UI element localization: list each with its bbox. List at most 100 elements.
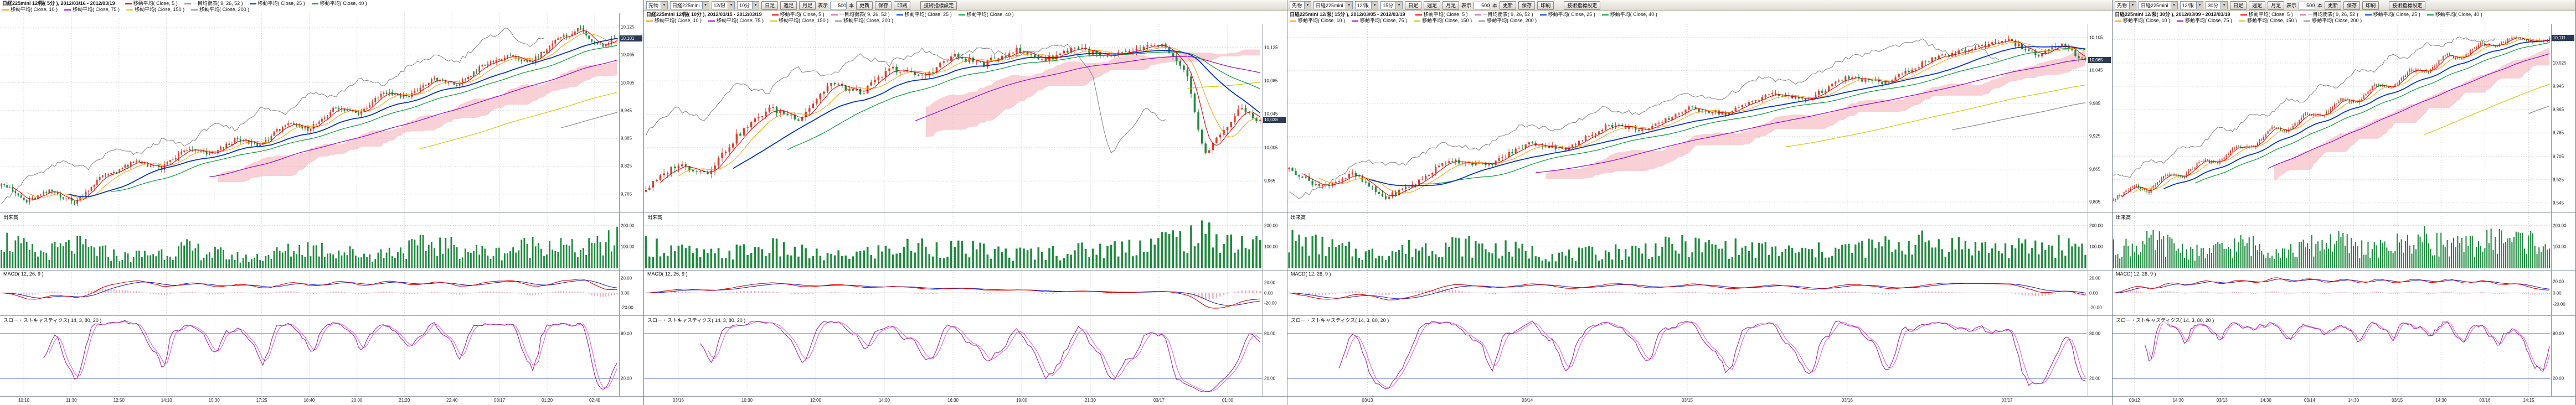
macd-pane[interactable]: MACD( 12, 26, 9 )20.000.00-20.00	[0, 270, 643, 315]
indicator-settings-button[interactable]: 技術指標設定	[1564, 1, 1600, 10]
x-axis-label: 03/17	[1153, 398, 1165, 403]
chevron-down-icon: ▼	[2220, 2, 2227, 9]
x-axis-label: 03/15	[2392, 398, 2403, 403]
contract-select-value: 12/限	[1357, 2, 1372, 9]
symbol-select[interactable]: 日経225mini▼	[670, 1, 709, 9]
interval-select[interactable]: 30分▼	[2206, 1, 2228, 9]
legend-item: 移動平均( Close, 25 )	[2365, 12, 2420, 18]
y-axis-label: 10,125	[1264, 45, 1277, 50]
macd-label: MACD( 12, 26, 9 )	[2, 271, 45, 277]
app-root: { "shared": { "volume_label": "出来高", "ma…	[0, 0, 2576, 405]
y-axis-label: 100.00	[621, 245, 634, 250]
legend-item: 移動平均( Close, 75 )	[64, 7, 120, 13]
legend-swatch	[1478, 20, 1485, 22]
period-button-1[interactable]: 週足	[780, 1, 797, 10]
x-axis-label: 11:30	[66, 398, 76, 403]
volume-pane[interactable]: 出来高200.00100.00	[1287, 212, 2112, 270]
volume-pane[interactable]: 出来高200.00100.00	[2113, 212, 2575, 270]
macd-pane[interactable]: MACD( 12, 26, 9 )20.000.00-20.00	[2113, 270, 2575, 315]
volume-label: 出来高	[2, 214, 19, 221]
legend-bar: 日経225mini 12/限( 5分 ), 2012/03/16 - 2012/…	[0, 0, 643, 13]
legend-swatch	[2365, 14, 2372, 15]
legend-swatch	[770, 20, 777, 22]
contract-select[interactable]: 12/限▼	[1355, 1, 1379, 9]
legend-swatch	[1290, 20, 1296, 22]
volume-pane[interactable]: 出来高200.00100.00	[0, 212, 643, 270]
macd-pane[interactable]: MACD( 12, 26, 9 )20.000.00-20.00	[644, 270, 1287, 315]
stoch-pane[interactable]: スロー・ストキャスティクス( 14, 3, 80, 20 )80.0020.00	[2113, 315, 2575, 396]
y-axis-label: 20.00	[1264, 280, 1275, 285]
bar-count-input[interactable]	[1474, 2, 1490, 9]
action-button-1[interactable]: 保存	[1518, 1, 1535, 10]
y-axis-label: 9,865	[2089, 167, 2100, 172]
period-button-2[interactable]: 月足	[799, 1, 816, 10]
chevron-down-icon: ▼	[702, 2, 709, 9]
symbol-select[interactable]: 日経225mini▼	[1313, 1, 1353, 9]
chevron-down-icon: ▼	[728, 2, 734, 9]
legend-swatch	[125, 3, 132, 4]
indicator-settings-button[interactable]: 技術指標設定	[920, 1, 957, 10]
category-select[interactable]: 先物▼	[2115, 1, 2136, 9]
bar-count-input[interactable]	[2299, 2, 2315, 9]
price-chart-pane[interactable]: 10,10510,0459,9859,9259,8659,80510,065	[1287, 24, 2112, 212]
action-button-0[interactable]: 更新	[1500, 1, 1516, 10]
action-button-1[interactable]: 保存	[2343, 1, 2360, 10]
period-button-0[interactable]: 日足	[761, 1, 778, 10]
y-axis-label: 9,945	[2553, 84, 2564, 89]
action-button-2[interactable]: 印刷	[1537, 1, 1554, 10]
stoch-pane[interactable]: スロー・ストキャスティクス( 14, 3, 80, 20 )80.0020.00	[0, 315, 643, 396]
action-button-1[interactable]: 保存	[875, 1, 892, 10]
macd-y-axis: 20.000.00-20.00	[2551, 271, 2575, 315]
last-price-tag: 10,111	[2552, 35, 2574, 41]
interval-select-value: 10分	[739, 2, 752, 9]
legend-swatch	[897, 14, 903, 15]
bar-count-input[interactable]	[830, 2, 847, 9]
y-axis-label: 20.00	[2553, 376, 2564, 381]
action-button-2[interactable]: 印刷	[894, 1, 910, 10]
indicator-settings-button[interactable]: 技術指標設定	[2389, 1, 2425, 10]
interval-select[interactable]: 15分▼	[1380, 1, 1403, 9]
macd-y-axis: 20.000.00-20.00	[2088, 271, 2112, 315]
legend-swatch	[1352, 20, 1358, 22]
interval-select-value: 15分	[1383, 2, 1395, 9]
price-chart-pane[interactable]: 10,12510,08510,04510,0059,96510,038	[644, 24, 1287, 212]
legend-swatch	[2177, 20, 2183, 22]
action-button-2[interactable]: 印刷	[2362, 1, 2379, 10]
category-select[interactable]: 先物▼	[1290, 1, 1311, 9]
stoch-y-axis: 80.0020.00	[2088, 316, 2112, 396]
interval-select[interactable]: 10分▼	[737, 1, 759, 9]
macd-pane[interactable]: MACD( 12, 26, 9 )20.000.00-20.00	[1287, 270, 2112, 315]
action-button-0[interactable]: 更新	[2325, 1, 2341, 10]
y-axis-label: 0.00	[2553, 290, 2562, 295]
period-button-1[interactable]: 週足	[2249, 1, 2265, 10]
action-button-0[interactable]: 更新	[856, 1, 873, 10]
legend-label: 移動平均( Close, 200 )	[843, 18, 893, 24]
stoch-pane[interactable]: スロー・ストキャスティクス( 14, 3, 80, 20 )80.0020.00	[644, 315, 1287, 396]
period-button-0[interactable]: 日足	[2230, 1, 2247, 10]
period-button-2[interactable]: 月足	[1442, 1, 1459, 10]
legend-swatch	[831, 14, 838, 15]
category-select[interactable]: 先物▼	[646, 1, 668, 9]
macd-y-axis: 20.000.00-20.00	[1263, 271, 1287, 315]
price-chart-pane[interactable]: 10,12510,06510,0059,9459,8859,8259,76510…	[0, 13, 643, 212]
x-axis-label: 15:30	[209, 398, 220, 403]
legend-swatch	[1415, 14, 1422, 15]
period-button-2[interactable]: 月足	[2268, 1, 2284, 10]
contract-select[interactable]: 12/限▼	[2180, 1, 2204, 9]
stoch-pane[interactable]: スロー・ストキャスティクス( 14, 3, 80, 20 )80.0020.00	[1287, 315, 2112, 396]
y-axis-label: 9,765	[621, 191, 632, 196]
legend-item: 一目均衡表( 9, 26, 52 )	[831, 12, 890, 18]
legend-bar: 日経225mini 12/限( 10分 ), 2012/03/15 - 2012…	[644, 11, 1287, 24]
contract-select[interactable]: 12/限▼	[712, 1, 735, 9]
volume-pane[interactable]: 出来高200.00100.00	[644, 212, 1287, 270]
period-button-0[interactable]: 日足	[1405, 1, 1421, 10]
period-button-1[interactable]: 週足	[1424, 1, 1440, 10]
price-chart-pane[interactable]: 10,10510,0259,9459,8659,7859,7059,6259,5…	[2113, 24, 2575, 212]
legend-swatch	[250, 3, 256, 4]
toolbar: 先物▼日経225mini▼12/限▼30分▼日足週足月足表示本更新保存印刷技術指…	[2113, 0, 2575, 11]
legend-label: 移動平均( Close, 40 )	[320, 1, 367, 7]
legend-swatch	[2240, 14, 2247, 15]
legend-item: 移動平均( Close, 10 )	[2115, 18, 2170, 24]
symbol-select[interactable]: 日経225mini▼	[2139, 1, 2178, 9]
y-axis-label: 9,865	[2553, 107, 2564, 112]
